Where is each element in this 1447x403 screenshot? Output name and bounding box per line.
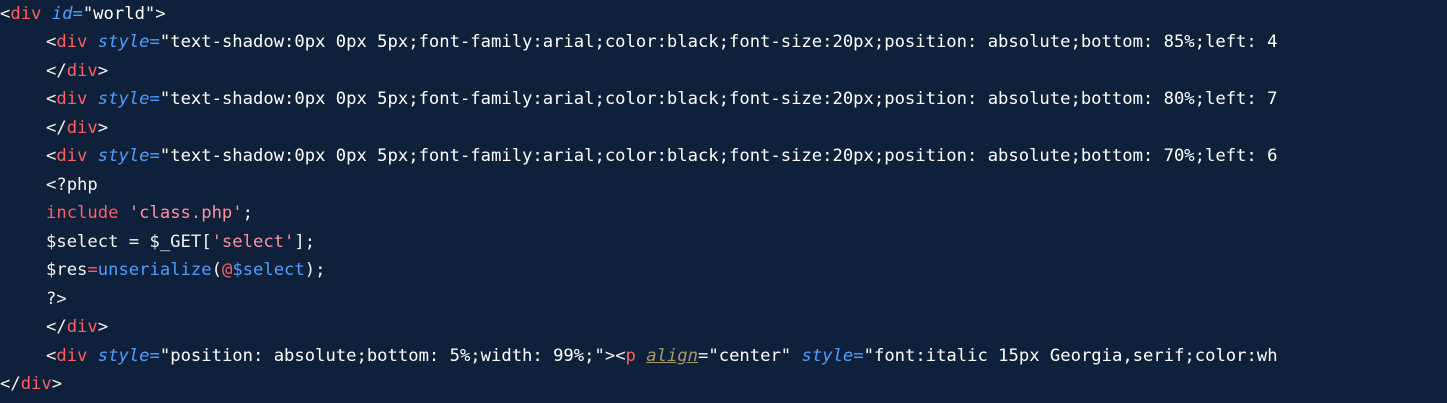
php-statement-end: ];: [294, 232, 316, 252]
open-bracket: <: [46, 146, 57, 166]
attribute-value: "font:italic 15px Georgia,serif;color:wh: [863, 346, 1278, 366]
php-variable: $select: [232, 260, 305, 280]
equals: =: [149, 346, 160, 366]
open-bracket: <: [46, 32, 57, 52]
code-line-4: <div style="text-shadow:0px 0px 5px;font…: [0, 85, 1277, 113]
open-bracket: </: [0, 374, 21, 394]
equals: =: [149, 32, 160, 52]
close-bracket: >: [97, 317, 109, 337]
attribute-name: style: [97, 346, 150, 366]
open-bracket: </: [46, 118, 67, 138]
open-bracket: <: [46, 89, 57, 109]
tag-name: div: [66, 118, 98, 138]
php-variable: $res: [46, 260, 88, 280]
open-bracket: <: [46, 346, 57, 366]
attribute-name: style: [97, 32, 150, 52]
attribute-value: "text-shadow:0px 0px 5px;font-family:ari…: [159, 146, 1278, 166]
tag-name: div: [56, 346, 88, 366]
close-bracket: >: [51, 374, 63, 394]
close-bracket: >: [97, 61, 109, 81]
attribute-value: "position: absolute;bottom: 5%;width: 99…: [159, 346, 605, 366]
attribute-value: "world": [82, 4, 156, 24]
attribute-name: style: [97, 146, 150, 166]
tag-name: p: [625, 346, 636, 366]
code-line-10: $res=unserialize(@$select);: [0, 256, 325, 284]
code-line-14: </div>: [0, 370, 62, 398]
string-literal: 'class.php': [128, 203, 243, 223]
close-open-bracket: ><: [604, 346, 626, 366]
close-paren: );: [304, 260, 326, 280]
attribute-name: style: [97, 89, 150, 109]
code-line-12: </div>: [0, 313, 108, 341]
php-statement: $select = $_GET[: [46, 232, 212, 252]
equals: =: [698, 346, 709, 366]
php-close-tag: ?>: [46, 289, 67, 309]
tag-name: div: [66, 61, 98, 81]
code-line-8: include 'class.php';: [0, 199, 253, 227]
php-open-tag: <?php: [46, 175, 98, 195]
open-bracket: </: [46, 317, 67, 337]
semicolon: ;: [242, 203, 253, 223]
assign-operator: =: [87, 260, 98, 280]
code-line-13: <div style="position: absolute;bottom: 5…: [0, 342, 1278, 370]
attribute-name: style: [801, 346, 854, 366]
open-bracket: </: [46, 61, 67, 81]
attribute-name-deprecated: align: [646, 346, 699, 366]
code-line-5: </div>: [0, 114, 108, 142]
close-bracket: >: [155, 4, 166, 24]
code-editor[interactable]: <div id="world"> <div style="text-shadow…: [0, 0, 1447, 403]
equals: =: [853, 346, 864, 366]
attribute-value: "text-shadow:0px 0px 5px;font-family:ari…: [159, 89, 1278, 109]
code-line-9: $select = $_GET['select'];: [0, 228, 315, 256]
close-bracket: >: [97, 118, 109, 138]
attribute-value: "text-shadow:0px 0px 5px;font-family:ari…: [159, 32, 1278, 52]
tag-name: div: [56, 146, 88, 166]
error-suppress-operator: @: [221, 260, 233, 280]
string-literal: 'select': [211, 232, 295, 252]
open-bracket: <: [0, 4, 11, 24]
code-line-2: <div style="text-shadow:0px 0px 5px;font…: [0, 28, 1277, 56]
open-paren: (: [211, 260, 222, 280]
code-line-3: </div>: [0, 57, 108, 85]
attribute-value: "center": [708, 346, 792, 366]
code-line-7: <?php: [0, 171, 98, 199]
keyword-include: include: [46, 203, 119, 223]
tag-name: div: [66, 317, 98, 337]
tag-name: div: [56, 89, 88, 109]
attribute-name: id: [51, 4, 73, 24]
equals: =: [72, 4, 83, 24]
tag-name: div: [20, 374, 52, 394]
code-line-11: ?>: [0, 285, 67, 313]
equals: =: [149, 89, 160, 109]
code-line-1: <div id="world">: [0, 0, 166, 28]
tag-name: div: [56, 32, 88, 52]
equals: =: [149, 146, 160, 166]
function-name: unserialize: [97, 260, 212, 280]
tag-name: div: [10, 4, 42, 24]
code-line-6: <div style="text-shadow:0px 0px 5px;font…: [0, 142, 1277, 170]
